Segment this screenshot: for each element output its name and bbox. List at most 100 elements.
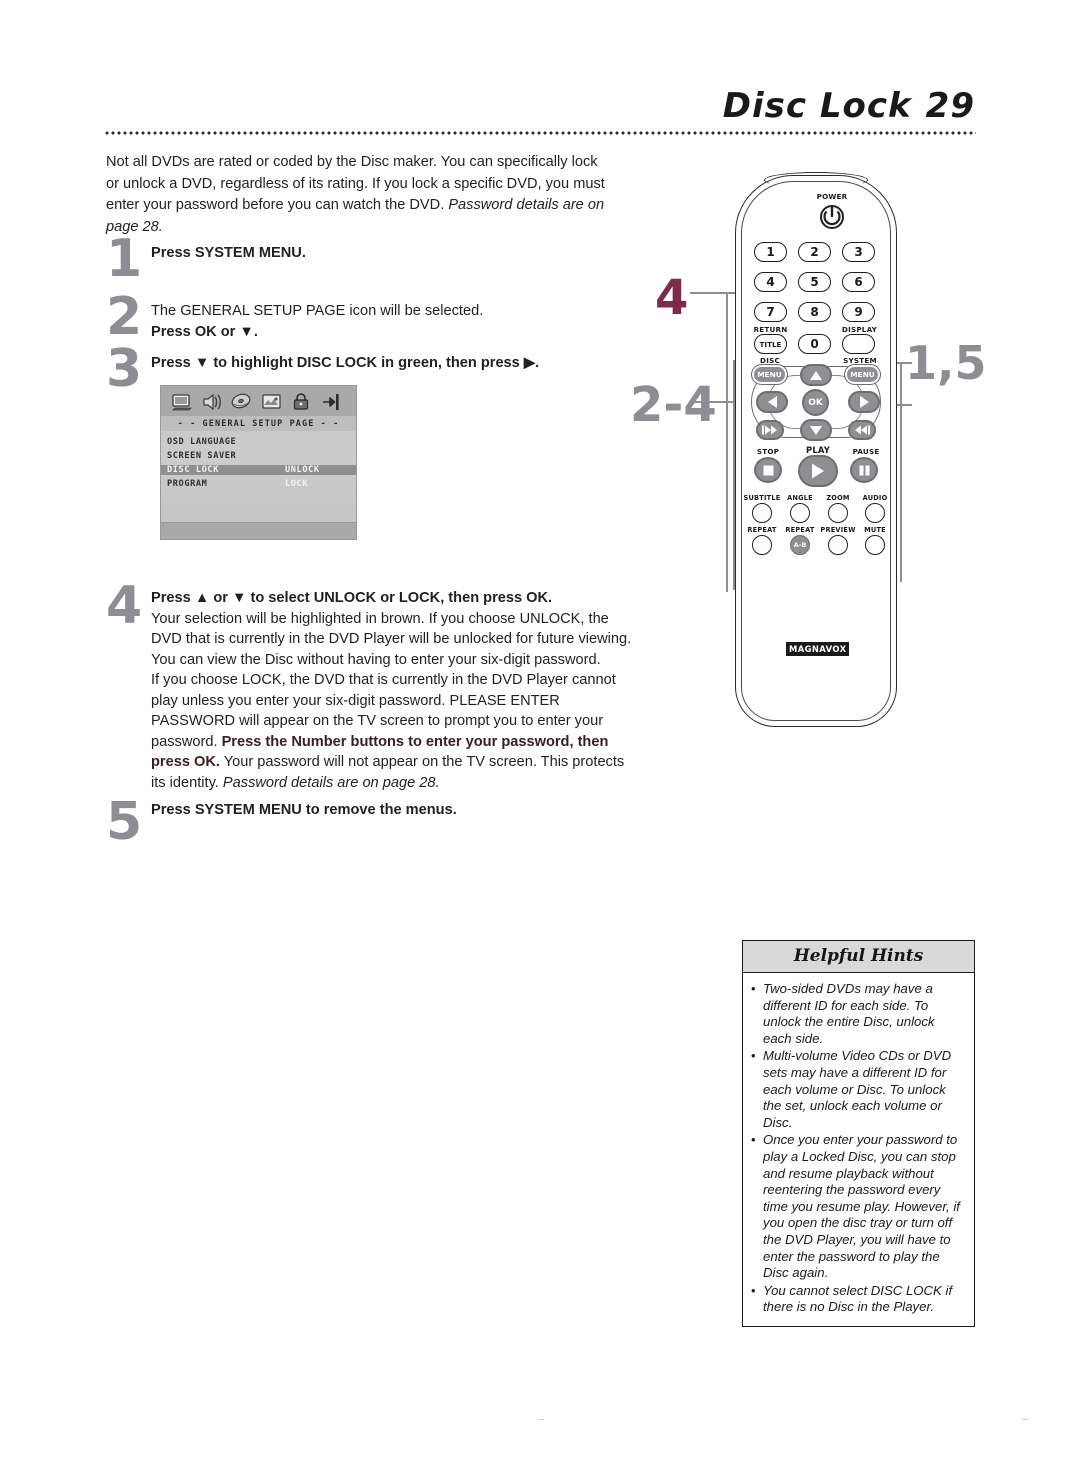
key-6[interactable]: 6: [842, 272, 875, 292]
step-4-number: 4: [106, 576, 143, 636]
repeat-button[interactable]: [752, 535, 772, 555]
tv-row[interactable]: SCREEN SAVER: [161, 449, 356, 463]
hint-text: You cannot select DISC LOCK if there is …: [763, 1282, 953, 1315]
speaker-icon: [201, 391, 223, 413]
audio-button[interactable]: [865, 503, 885, 523]
power-button[interactable]: [817, 201, 847, 231]
monitor-icon: [171, 391, 193, 413]
step-4-body: Press ▲ or ▼ to select UNLOCK or LOCK, t…: [151, 588, 636, 793]
return-label: RETURN: [753, 325, 788, 334]
preview-button[interactable]: [828, 535, 848, 555]
step-5-body: Press SYSTEM MENU to remove the menus.: [151, 800, 636, 821]
step-4: 4 Press ▲ or ▼ to select UNLOCK or LOCK,…: [106, 580, 636, 793]
right-arrow-button[interactable]: [848, 391, 880, 413]
system-menu-label: MENU: [848, 370, 877, 379]
pause-label: PAUSE: [852, 447, 880, 456]
picture-icon: [261, 391, 283, 413]
tv-footer-bar: [161, 522, 356, 539]
ok-button[interactable]: OK: [802, 389, 829, 416]
instruction-steps: 1 Press SYSTEM MENU. 2 The GENERAL SETUP…: [106, 233, 636, 395]
disc-menu-button[interactable]: MENU: [751, 364, 788, 385]
key-3[interactable]: 3: [842, 242, 875, 262]
disc-icon: [231, 391, 253, 413]
previous-skip-button[interactable]: [756, 420, 784, 440]
step-5-bold: Press SYSTEM MENU: [151, 802, 302, 818]
page-title: Disc Lock 29: [723, 86, 975, 126]
remote-control-illustration: POWER 1 2 3 4 5 6 7 8 9 RETURN DISPLAY T…: [700, 170, 950, 735]
repeat-ab-button[interactable]: A-B: [790, 535, 810, 555]
down-arrow-button[interactable]: [800, 419, 832, 441]
power-label: POWER: [816, 192, 848, 201]
step-4-bold: Press ▲ or ▼ to select UNLOCK or LOCK, t…: [151, 590, 553, 606]
display-button[interactable]: [842, 334, 875, 354]
bullet-icon: •: [751, 1132, 756, 1148]
display-label: DISPLAY: [841, 325, 878, 334]
system-menu-button[interactable]: MENU: [844, 364, 881, 385]
up-arrow-button[interactable]: [800, 364, 832, 386]
helpful-hints-title: Helpful Hints: [743, 941, 974, 973]
helpful-hints-box: Helpful Hints • Two-sided DVDs may have …: [742, 940, 975, 1327]
tv-icon-bar: [161, 386, 356, 416]
step-1-number: 1: [106, 229, 143, 289]
left-arrow-button[interactable]: [756, 391, 788, 413]
manual-page: Disc Lock 29 Not all DVDs are rated or co…: [0, 0, 1080, 1457]
key-7[interactable]: 7: [754, 302, 787, 322]
step-1-bold: Press SYSTEM MENU.: [151, 245, 306, 261]
key-0[interactable]: 0: [798, 334, 831, 354]
step-3-body: Press ▼ to highlight DISC LOCK in green,…: [151, 353, 636, 374]
intro-paragraph: Not all DVDs are rated or coded by the D…: [106, 152, 608, 238]
zoom-button[interactable]: [828, 503, 848, 523]
key-1[interactable]: 1: [754, 242, 787, 262]
tv-row-disc-lock[interactable]: DISC LOCK UNLOCK: [161, 463, 356, 477]
step-1-body: Press SYSTEM MENU.: [151, 243, 636, 264]
page-title-text: Disc Lock: [722, 86, 912, 126]
tv-menu-heading: - - GENERAL SETUP PAGE - -: [161, 416, 356, 431]
step-2-bold: Press OK or ▼.: [151, 323, 258, 340]
subtitle-button[interactable]: [752, 503, 772, 523]
tv-row-value: LOCK: [285, 479, 309, 489]
next-skip-button[interactable]: [848, 420, 876, 440]
tv-row[interactable]: PROGRAM LOCK: [161, 477, 356, 491]
stop-label: STOP: [756, 447, 780, 456]
key-9[interactable]: 9: [842, 302, 875, 322]
tv-menu-screenshot: - - GENERAL SETUP PAGE - - OSD LANGUAGE …: [160, 385, 357, 540]
header-divider: [104, 131, 976, 135]
angle-button[interactable]: [790, 503, 810, 523]
step-4-para-1: Your selection will be highlighted in br…: [151, 610, 632, 668]
lock-icon: [291, 391, 313, 413]
tv-menu-rows: OSD LANGUAGE SCREEN SAVER DISC LOCK UNLO…: [161, 431, 356, 491]
helpful-hints-list: • Two-sided DVDs may have a different ID…: [743, 973, 974, 1326]
registration-mark: [1022, 1419, 1028, 1420]
hint-item: • Two-sided DVDs may have a different ID…: [751, 981, 965, 1047]
tv-row-label: PROGRAM: [167, 479, 208, 489]
hint-item: • Once you enter your password to play a…: [751, 1132, 965, 1281]
mute-button[interactable]: [865, 535, 885, 555]
step-2-body: The GENERAL SETUP PAGE icon will be sele…: [151, 301, 636, 342]
step-5-number: 5: [106, 792, 143, 852]
key-2[interactable]: 2: [798, 242, 831, 262]
step-4-para2-italic: Password details are on page 28.: [222, 774, 440, 791]
stop-button[interactable]: [754, 457, 782, 483]
key-8[interactable]: 8: [798, 302, 831, 322]
disc-menu-label: MENU: [755, 370, 784, 379]
tv-row-label: SCREEN SAVER: [167, 451, 237, 461]
hint-text: Once you enter your password to play a L…: [763, 1132, 960, 1281]
pause-button[interactable]: [850, 457, 878, 483]
mute-label: MUTE: [864, 526, 886, 534]
audio-label: AUDIO: [862, 494, 888, 502]
key-5[interactable]: 5: [798, 272, 831, 292]
registration-mark: [538, 1419, 544, 1420]
play-button[interactable]: [798, 455, 838, 487]
bullet-icon: •: [751, 1282, 756, 1298]
title-button[interactable]: TITLE: [754, 334, 787, 354]
step-4-para-2: If you choose LOCK, the DVD that is curr…: [151, 670, 636, 793]
step-2: 2 The GENERAL SETUP PAGE icon will be se…: [106, 291, 636, 353]
callout-step-4: 4: [655, 270, 689, 326]
bullet-icon: •: [751, 1048, 756, 1064]
key-4[interactable]: 4: [754, 272, 787, 292]
step-3: 3 Press ▼ to highlight DISC LOCK in gree…: [106, 343, 636, 395]
hint-text: Two-sided DVDs may have a different ID f…: [763, 981, 935, 1046]
tv-row[interactable]: OSD LANGUAGE: [161, 435, 356, 449]
hint-item: • You cannot select DISC LOCK if there i…: [751, 1283, 965, 1316]
step-1: 1 Press SYSTEM MENU.: [106, 233, 636, 301]
